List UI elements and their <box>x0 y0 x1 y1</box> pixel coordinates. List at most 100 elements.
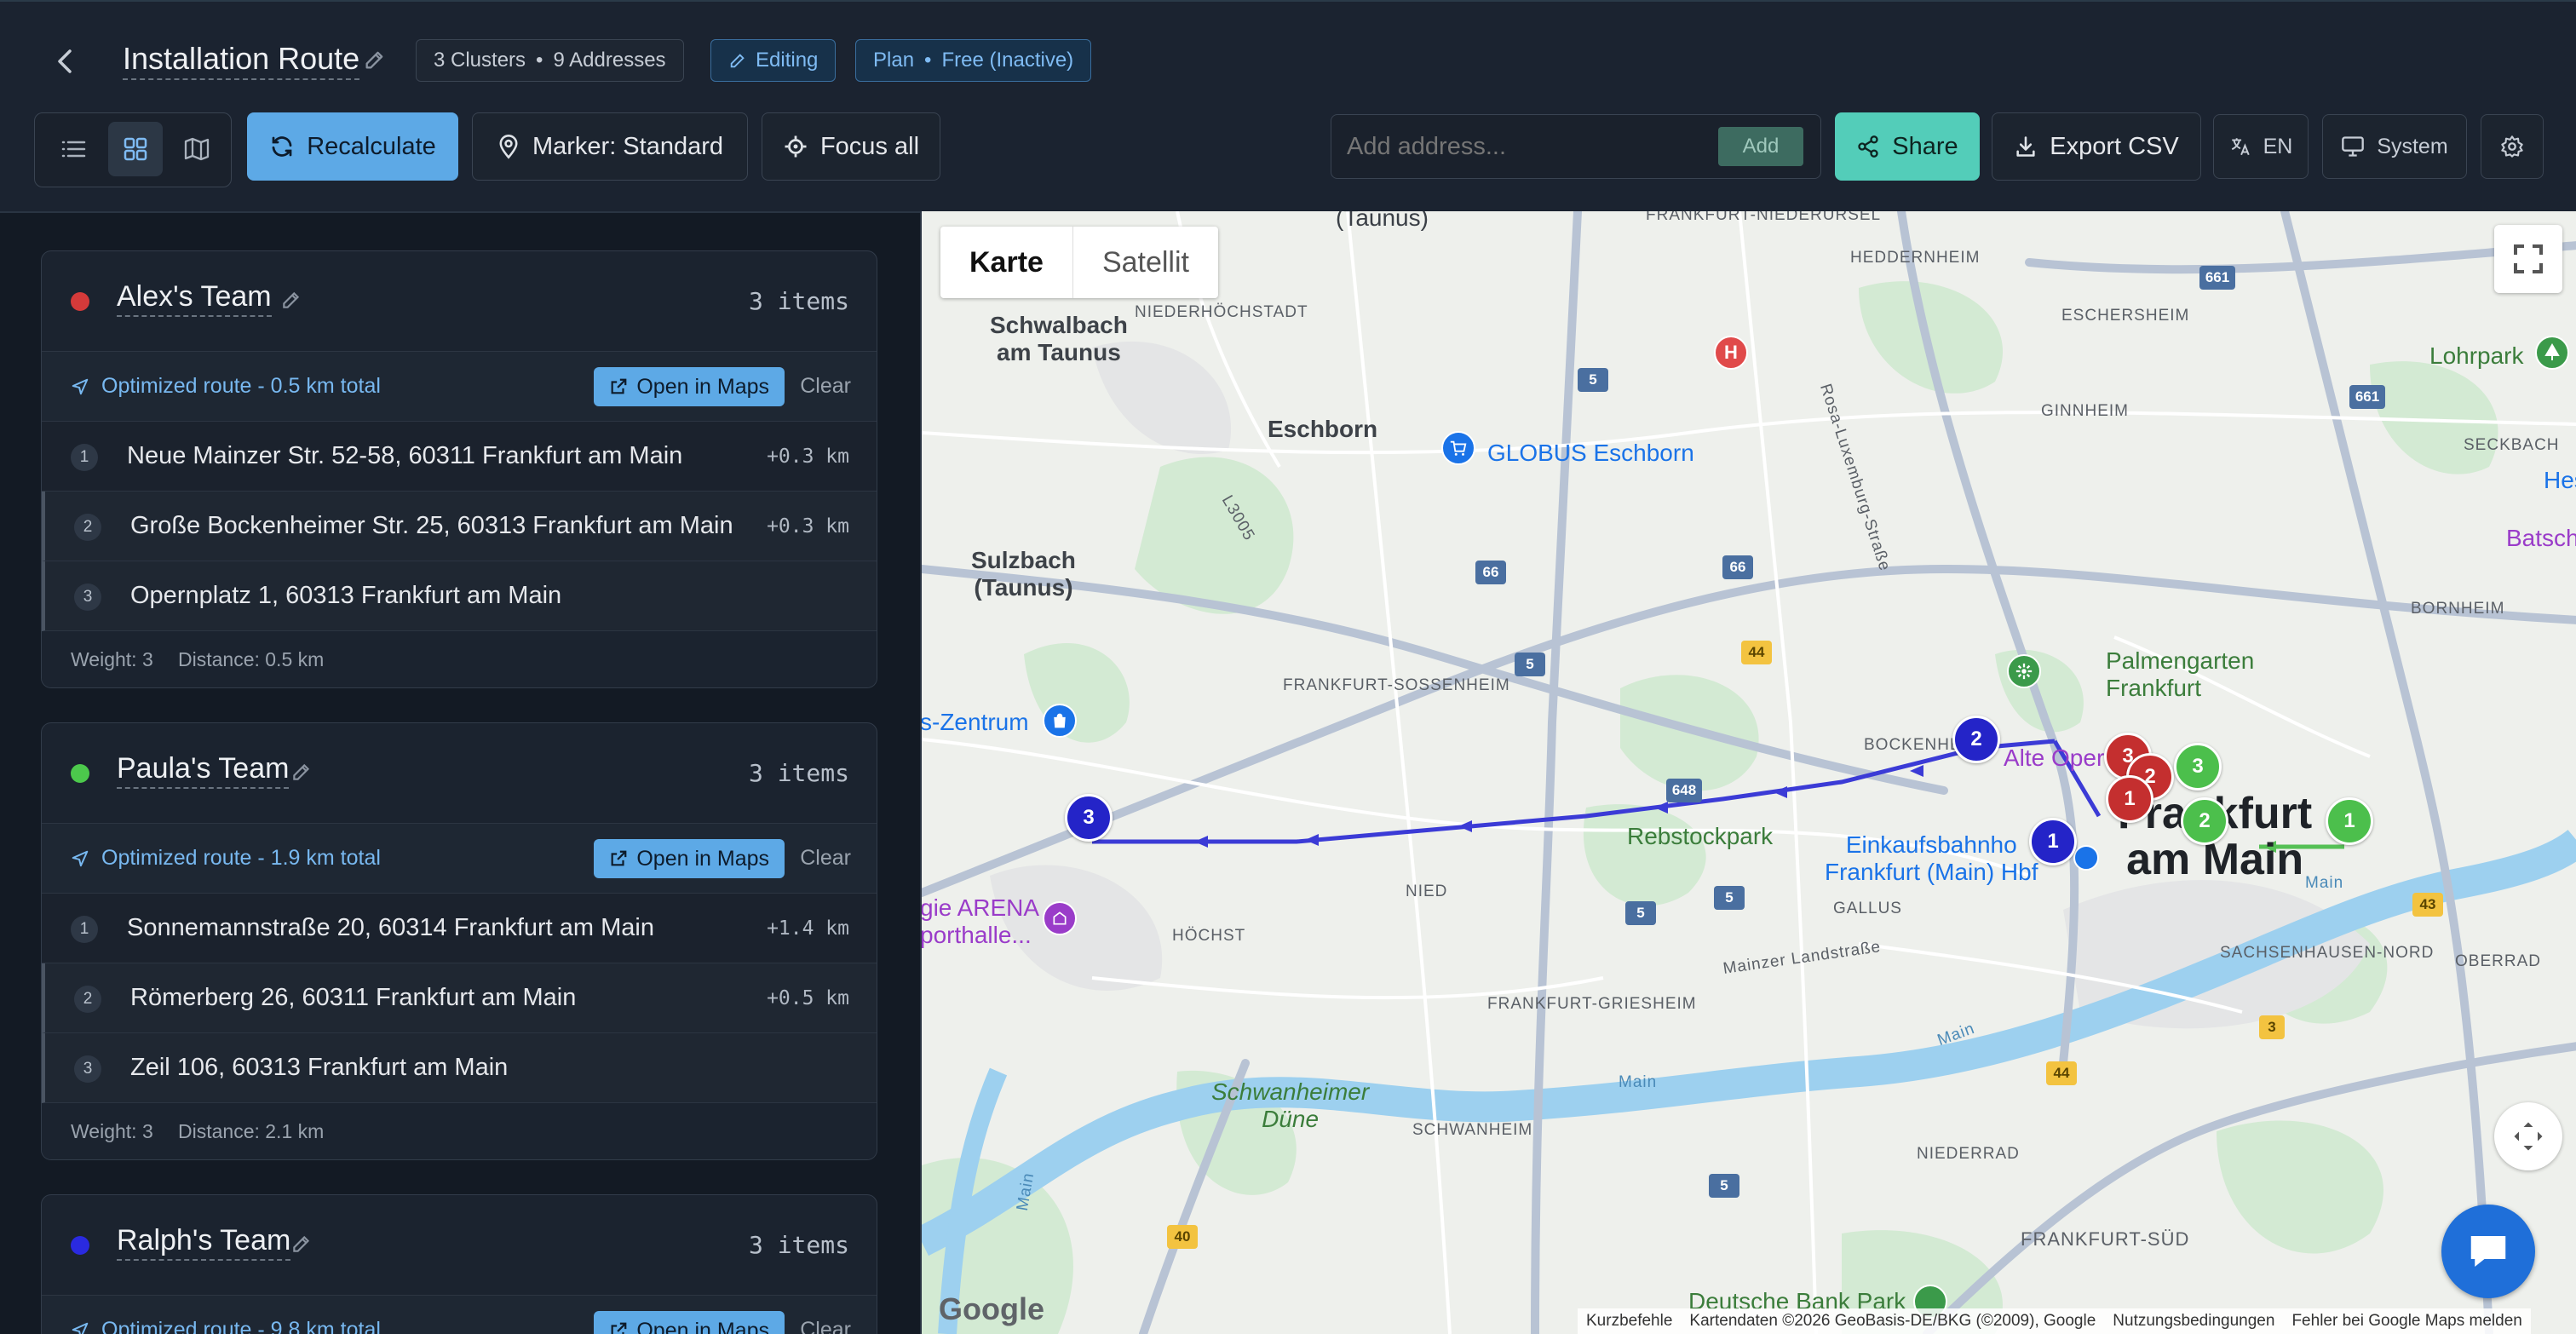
map-label: Main <box>1619 1073 1658 1091</box>
park-icon[interactable] <box>2535 336 2569 370</box>
language-button[interactable]: EN <box>2213 114 2309 179</box>
edit-name-icon[interactable] <box>290 761 313 783</box>
stop-number: 1 <box>71 916 98 943</box>
shopping-bag-icon[interactable] <box>1043 704 1077 738</box>
map-label: Sulzbach (Taunus) <box>971 547 1076 601</box>
add-address-button[interactable]: Add <box>1718 127 1803 166</box>
map-label: NIED <box>1406 883 1448 900</box>
road-shield: 5 <box>1714 886 1745 910</box>
open-in-maps-button[interactable]: Open in Maps <box>594 1311 785 1334</box>
route-summary: Optimized route - 0.5 km total Open in M… <box>42 352 877 422</box>
flower-icon[interactable] <box>2007 654 2041 688</box>
cluster-name[interactable]: Alex's Team <box>117 280 272 317</box>
map-label: Hes <box>2544 467 2576 493</box>
move-arrows-icon <box>2514 1122 2543 1151</box>
list-item[interactable]: 2 Römerberg 26, 60311 Frankfurt am Main … <box>42 963 877 1033</box>
address-input[interactable] <box>1347 127 1688 166</box>
shopping-cart-icon[interactable] <box>1441 431 1475 465</box>
clear-route-button[interactable]: Clear <box>800 374 851 399</box>
edit-name-icon[interactable] <box>280 289 302 311</box>
terms-link[interactable]: Nutzungsbedingungen <box>2113 1312 2274 1331</box>
grid-icon <box>124 137 147 161</box>
route-marker[interactable]: 1 <box>2326 797 2373 845</box>
cluster-color-dot <box>71 1236 89 1255</box>
stop-number: 3 <box>74 1055 101 1083</box>
route-marker[interactable]: 3 <box>1065 794 1113 842</box>
cluster-item-count: 3 items <box>748 1231 849 1259</box>
map-canvas[interactable]: 5 661 661 66 66 5 44 648 5 5 44 3 43 40 … <box>920 211 2576 1334</box>
recalculate-button[interactable]: Recalculate <box>247 112 458 181</box>
edit-name-icon[interactable] <box>290 1233 313 1255</box>
route-marker[interactable]: 2 <box>1952 716 2000 763</box>
edit-title-icon[interactable] <box>363 48 387 72</box>
map-label: GALLUS <box>1833 900 1902 917</box>
cluster-distance: Distance: 2.1 km <box>178 1120 325 1142</box>
list-item[interactable]: 3 Zeil 106, 60313 Frankfurt am Main <box>42 1033 877 1103</box>
back-button[interactable] <box>48 44 82 78</box>
map-view-button[interactable] <box>170 122 224 176</box>
list-item[interactable]: 2 Große Bockenheimer Str. 25, 60313 Fran… <box>42 492 877 561</box>
clear-route-button[interactable]: Clear <box>800 846 851 871</box>
route-total: Optimized route - 0.5 km total <box>101 374 381 398</box>
cluster-name[interactable]: Paula's Team <box>117 752 290 789</box>
map-label: SECKBACH <box>2464 436 2560 454</box>
list-item[interactable]: 1 Sonnemannstraße 20, 60314 Frankfurt am… <box>42 894 877 963</box>
stop-address: Opernplatz 1, 60313 Frankfurt am Main <box>130 582 562 609</box>
clear-route-button[interactable]: Clear <box>800 1318 851 1334</box>
route-arrow-icon <box>1774 786 1787 798</box>
cluster-panel[interactable]: Alex's Team 3 items Optimized route - 0.… <box>0 213 920 1334</box>
marker-style-button[interactable]: Marker: Standard <box>472 112 748 181</box>
venue-icon[interactable] <box>1043 901 1077 935</box>
grid-view-button[interactable] <box>108 122 163 176</box>
map-type-map-tab[interactable]: Karte <box>940 227 1072 298</box>
route-marker[interactable]: 2 <box>2181 797 2228 845</box>
report-error-link[interactable]: Fehler bei Google Maps melden <box>2291 1312 2521 1331</box>
route-marker[interactable]: 1 <box>2029 818 2077 865</box>
map-label: SCHWANHEIM <box>1412 1121 1533 1139</box>
list-icon <box>61 141 86 158</box>
chat-bubble-button[interactable] <box>2441 1205 2535 1298</box>
stop-number: 1 <box>71 444 98 471</box>
keyboard-shortcuts-link[interactable]: Kurzbefehle <box>1586 1312 1672 1331</box>
cluster-distance: Distance: 0.5 km <box>178 648 325 670</box>
list-item[interactable]: 1 Neue Mainzer Str. 52-58, 60311 Frankfu… <box>42 422 877 492</box>
google-logo: Google <box>939 1291 1044 1326</box>
road-shield: 66 <box>1722 555 1753 579</box>
road-shield: 5 <box>1515 653 1545 676</box>
addresses-count: 9 Addresses <box>553 49 666 72</box>
fullscreen-button[interactable] <box>2494 225 2562 293</box>
map-label: s-Zentrum <box>920 709 1029 735</box>
focus-all-label: Focus all <box>819 132 920 160</box>
route-marker[interactable]: 3 <box>2174 743 2222 791</box>
export-csv-button[interactable]: Export CSV <box>1992 112 2201 181</box>
cluster-name[interactable]: Ralph's Team <box>117 1224 291 1261</box>
share-icon <box>1858 135 1878 158</box>
map-label: (Taunus) <box>1336 211 1429 231</box>
map-label: OBERRAD <box>2455 952 2541 970</box>
plan-separator: • <box>924 49 932 72</box>
cluster-color-dot <box>71 292 89 311</box>
page-title[interactable]: Installation Route <box>123 41 360 80</box>
list-view-button[interactable] <box>47 122 101 176</box>
map-label: FRANKFURT-NIEDERURSEL <box>1646 211 1882 224</box>
hospital-icon[interactable]: H <box>1714 336 1748 370</box>
theme-button[interactable]: System <box>2322 114 2467 179</box>
open-in-maps-button[interactable]: Open in Maps <box>594 367 785 406</box>
external-link-icon <box>611 850 627 866</box>
map-type-satellite-tab[interactable]: Satellit <box>1072 227 1218 298</box>
list-item[interactable]: 3 Opernplatz 1, 60313 Frankfurt am Main <box>42 561 877 631</box>
settings-button[interactable] <box>2481 114 2544 179</box>
plan-chip[interactable]: Plan • Free (Inactive) <box>855 39 1092 82</box>
stop-distance: +0.3 km <box>767 446 849 468</box>
open-in-maps-button[interactable]: Open in Maps <box>594 839 785 878</box>
camera-control-button[interactable] <box>2494 1102 2562 1170</box>
share-button[interactable]: Share <box>1835 112 1980 181</box>
route-marker[interactable]: 1 <box>2106 775 2153 823</box>
external-link-icon <box>611 378 627 394</box>
stop-distance: +0.3 km <box>767 515 849 538</box>
cluster-weight: Weight: 3 <box>71 1120 153 1142</box>
editing-chip[interactable]: Editing <box>710 39 837 82</box>
map-label: Main <box>2305 874 2344 892</box>
route-arrow-icon <box>1458 820 1472 832</box>
focus-all-button[interactable]: Focus all <box>762 112 940 181</box>
